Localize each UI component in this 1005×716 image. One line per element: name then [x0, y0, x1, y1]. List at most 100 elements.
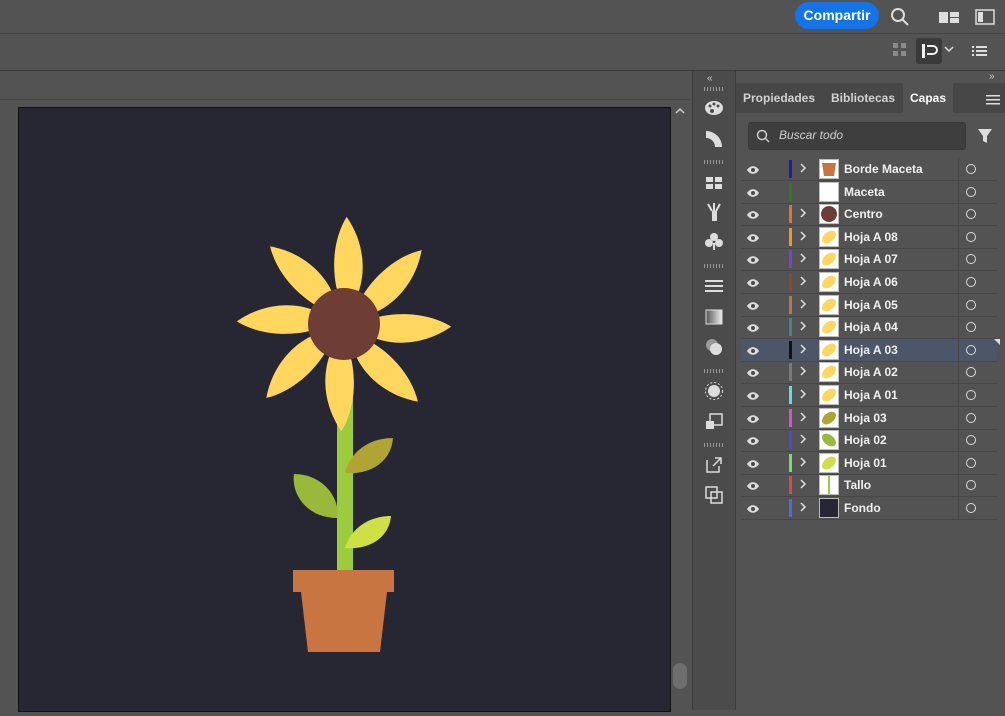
transparency-icon[interactable] [704, 337, 724, 357]
visibility-eye-icon[interactable] [746, 457, 760, 469]
layer-row[interactable]: Hoja A 03 [741, 338, 1000, 362]
target-circle-icon[interactable] [966, 480, 976, 491]
visibility-eye-icon[interactable] [746, 479, 760, 491]
chevron-right-icon[interactable] [798, 161, 808, 175]
layer-row[interactable]: Hoja A 07 [741, 248, 997, 272]
appearance-icon[interactable] [704, 381, 724, 401]
target-circle-icon[interactable] [966, 503, 976, 513]
grip-icon[interactable] [704, 264, 724, 268]
panel-layout-icon[interactable] [975, 7, 995, 27]
chevron-right-icon[interactable] [798, 455, 808, 469]
target-circle-icon[interactable] [966, 277, 976, 287]
layer-row[interactable]: Centro [741, 203, 997, 227]
target-circle-icon[interactable] [966, 164, 976, 174]
tab-capas[interactable]: Capas [903, 83, 953, 113]
layer-row[interactable]: Hoja A 01 [741, 384, 997, 407]
target-circle-icon[interactable] [966, 435, 976, 446]
target-circle-icon[interactable] [966, 254, 976, 265]
vertical-scrollbar[interactable] [670, 100, 690, 710]
target-circle-icon[interactable] [966, 390, 976, 400]
target-circle-icon[interactable] [966, 322, 976, 333]
snap-options-button[interactable] [916, 38, 942, 64]
brushes-icon[interactable] [704, 202, 724, 222]
target-circle-icon[interactable] [966, 299, 976, 310]
expand-icon[interactable]: » [989, 71, 995, 82]
gradient-icon[interactable] [704, 307, 724, 327]
layer-row[interactable]: Hoja A 02 [741, 361, 997, 385]
swatches-icon[interactable] [704, 173, 724, 193]
color-palette-icon[interactable] [704, 98, 724, 118]
visibility-eye-icon[interactable] [746, 412, 760, 424]
visibility-eye-icon[interactable] [746, 366, 760, 378]
layer-name[interactable]: Hoja A 08 [844, 230, 898, 244]
layer-name[interactable]: Fondo [844, 501, 881, 515]
layer-name[interactable]: Tallo [844, 478, 871, 492]
layer-row[interactable]: Hoja A 05 [741, 293, 997, 317]
filter-icon[interactable] [977, 128, 993, 144]
share-button[interactable]: Compartir [795, 2, 879, 29]
chevron-right-icon[interactable] [798, 342, 808, 356]
visibility-eye-icon[interactable] [746, 389, 760, 401]
layer-row[interactable]: Borde Maceta [741, 158, 997, 181]
layer-row[interactable]: Fondo [741, 497, 997, 520]
layer-name[interactable]: Hoja 02 [844, 433, 887, 447]
visibility-eye-icon[interactable] [746, 163, 760, 175]
target-circle-icon[interactable] [966, 412, 976, 423]
chevron-right-icon[interactable] [798, 297, 808, 311]
tab-propiedades[interactable]: Propiedades [736, 83, 822, 113]
layer-name[interactable]: Hoja A 01 [844, 388, 898, 402]
layer-row[interactable]: Hoja 02 [741, 429, 997, 453]
visibility-eye-icon[interactable] [746, 276, 760, 288]
chevron-right-icon[interactable] [798, 229, 808, 243]
visibility-eye-icon[interactable] [746, 186, 760, 198]
chevron-right-icon[interactable] [798, 251, 808, 265]
target-circle-icon[interactable] [966, 344, 976, 355]
grip-icon[interactable] [704, 160, 724, 164]
scroll-thumb[interactable] [673, 663, 687, 689]
layer-name[interactable]: Maceta [844, 185, 885, 199]
chevron-right-icon[interactable] [798, 319, 808, 333]
layer-name[interactable]: Centro [844, 207, 883, 221]
layer-name[interactable]: Hoja A 06 [844, 275, 898, 289]
list-options-icon[interactable] [972, 44, 988, 58]
search-icon[interactable] [890, 7, 910, 27]
target-circle-icon[interactable] [966, 209, 976, 220]
workspace-switcher-icon[interactable] [938, 7, 959, 27]
layer-row[interactable]: Maceta [741, 180, 997, 204]
chevron-right-icon[interactable] [798, 500, 808, 514]
grid-snap-icon[interactable] [893, 43, 907, 57]
panel-menu-icon[interactable] [986, 93, 1000, 105]
visibility-eye-icon[interactable] [746, 434, 760, 446]
chevron-down-icon[interactable] [944, 44, 954, 54]
align-icon[interactable] [704, 412, 724, 432]
chevron-right-icon[interactable] [798, 477, 808, 491]
target-circle-icon[interactable] [966, 367, 976, 378]
target-circle-icon[interactable] [966, 457, 976, 468]
layer-row[interactable]: Tallo [741, 474, 997, 498]
layer-name[interactable]: Hoja A 07 [844, 252, 898, 266]
visibility-eye-icon[interactable] [746, 502, 760, 514]
visibility-eye-icon[interactable] [746, 208, 760, 220]
visibility-eye-icon[interactable] [746, 253, 760, 265]
layer-row[interactable]: Hoja A 06 [741, 271, 997, 294]
visibility-eye-icon[interactable] [746, 231, 760, 243]
layer-row[interactable]: Hoja A 08 [741, 225, 997, 249]
layers-search-input[interactable]: Buscar todo [748, 122, 966, 150]
stroke-icon[interactable] [704, 276, 724, 296]
layer-name[interactable]: Hoja A 02 [844, 365, 898, 379]
target-circle-icon[interactable] [966, 231, 976, 242]
chevron-right-icon[interactable] [798, 432, 808, 446]
layer-name[interactable]: Hoja A 04 [844, 320, 898, 334]
symbols-icon[interactable] [704, 231, 724, 251]
chevron-right-icon[interactable] [798, 410, 808, 424]
layer-name[interactable]: Hoja A 05 [844, 298, 898, 312]
tab-bibliotecas[interactable]: Bibliotecas [823, 83, 903, 113]
chevron-right-icon[interactable] [798, 364, 808, 378]
collapse-icon[interactable]: « [707, 73, 713, 84]
chevron-right-icon[interactable] [798, 274, 808, 288]
layer-row[interactable]: Hoja 03 [741, 406, 997, 430]
scroll-up-icon[interactable] [670, 104, 690, 118]
visibility-eye-icon[interactable] [746, 344, 760, 356]
artboard[interactable] [18, 107, 671, 712]
artboards-icon[interactable] [704, 485, 724, 505]
